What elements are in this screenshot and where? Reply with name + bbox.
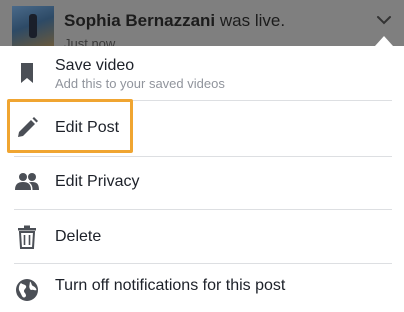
menu-item-turn-off-notifications[interactable]: Turn off notifications for this post [0, 264, 404, 312]
menu-item-sublabel: Add this to your saved videos [55, 76, 225, 91]
post-action: was live. [215, 11, 286, 30]
author-name[interactable]: Sophia Bernazzani [64, 11, 215, 30]
trash-icon [18, 225, 36, 249]
avatar-figure [29, 14, 37, 38]
menu-item-delete[interactable]: Delete [0, 210, 404, 263]
menu-item-label: Save video [55, 57, 135, 74]
menu-item-label: Turn off notifications for this post [55, 277, 286, 294]
bookmark-icon [21, 63, 33, 83]
menu-item-save-video[interactable]: Save video Add this to your saved videos [0, 46, 404, 100]
avatar[interactable] [12, 6, 54, 46]
post-header: Sophia Bernazzani was live. Just now [0, 0, 404, 46]
menu-item-label: Edit Privacy [55, 173, 140, 190]
post-time: Just now [64, 36, 116, 46]
highlight-box [7, 99, 133, 153]
sheet-notch [375, 36, 393, 46]
menu-item-label: Delete [55, 228, 102, 245]
globe-icon [16, 279, 38, 301]
menu-item-edit-privacy[interactable]: Edit Privacy [0, 157, 404, 209]
post-author-line: Sophia Bernazzani was live. [64, 11, 285, 31]
people-icon [15, 173, 39, 190]
post-options-sheet: Save video Add this to your saved videos… [0, 46, 404, 312]
chevron-down-icon[interactable] [376, 14, 392, 26]
